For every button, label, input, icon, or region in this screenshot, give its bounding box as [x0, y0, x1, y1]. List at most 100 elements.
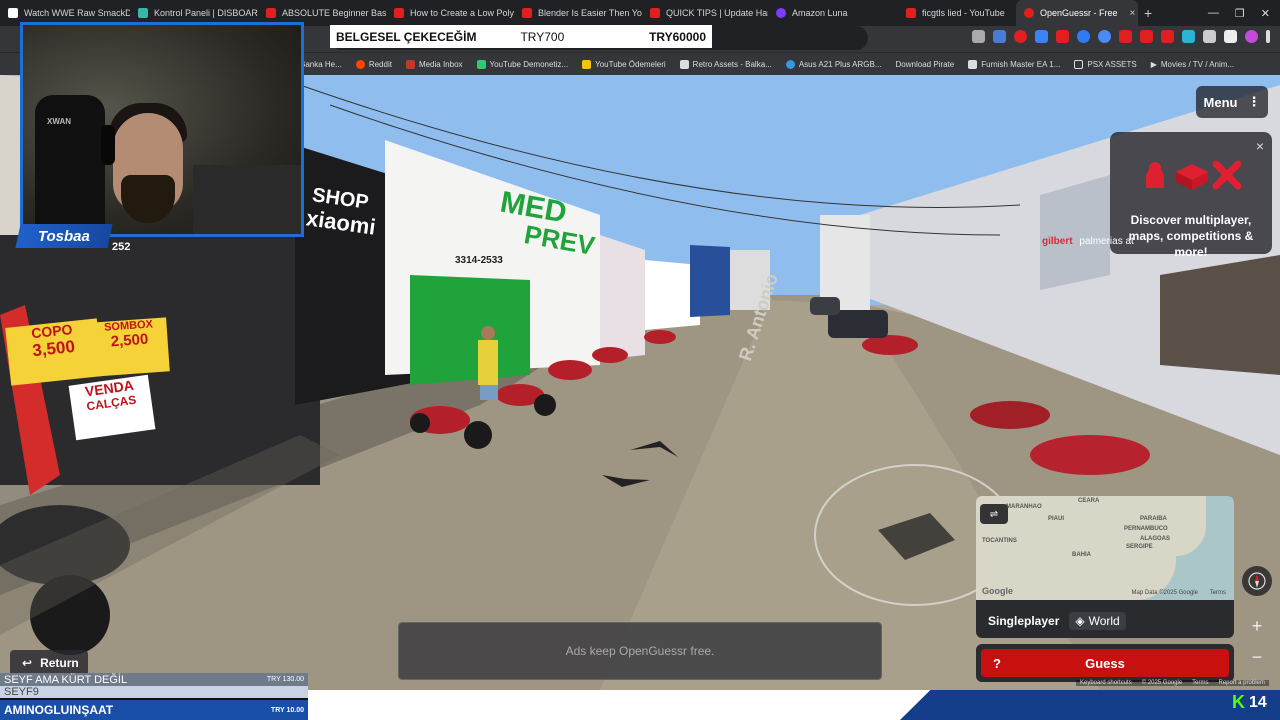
terms-link[interactable]: Terms [1192, 680, 1208, 686]
bookmark-asus[interactable]: Asus A21 Plus ARGB... [785, 59, 882, 69]
tab-ficgtls[interactable]: ficgtls lied - YouTube [898, 0, 1016, 26]
bookmark-download-pirate[interactable]: Download Pirate [896, 60, 955, 69]
bookmark-youtube-demonetization[interactable]: YouTube Demonetiz... [476, 59, 568, 69]
tab-label: QUICK TIPS | Update Hand [666, 8, 768, 18]
return-icon: ↩ [22, 656, 33, 670]
bookmark-reddit[interactable]: Reddit [355, 59, 392, 69]
youtube-icon [522, 8, 532, 18]
tab-label: ABSOLUTE Beginner Basic [282, 8, 386, 18]
multiplayer-promo-panel: × Discover multiplayer, maps, competitio… [1110, 132, 1272, 259]
tab-favicon [138, 8, 148, 18]
extension-icon[interactable] [1140, 30, 1153, 43]
ticker-row: AMINOGLUINŞAAT TRY 10.00 [0, 700, 308, 720]
kebab-menu-icon[interactable] [1266, 30, 1270, 43]
bookmark-label: Furnish Master EA 1... [981, 59, 1061, 69]
report-problem-link[interactable]: Report a problem [1219, 680, 1265, 686]
tab-openguessr[interactable]: OpenGuessr - Free × [1016, 0, 1138, 26]
minimap[interactable]: CEARA MARANHAO PIAUI PARAIBA PERNAMBUCO … [976, 496, 1234, 600]
menu-button[interactable]: Menu ⋮ [1196, 86, 1268, 118]
gmail-icon [405, 59, 415, 69]
extension-icon[interactable] [1161, 30, 1174, 43]
ticker-row: SEYF9 [0, 686, 308, 698]
shop-number: 252 [112, 241, 131, 253]
tab-quick-tips[interactable]: QUICK TIPS | Update Hand [642, 0, 768, 26]
gaming-chair [35, 95, 105, 234]
tab-label: How to Create a Low Poly [410, 8, 514, 18]
map-attribution: Map Data ©2025 Google Terms [1132, 590, 1226, 596]
bookmark-movies[interactable]: ▶ Movies / TV / Anim... [1151, 60, 1234, 69]
openguessr-icon [1024, 8, 1034, 18]
tab-blender-easier[interactable]: Blender Is Easier Then You [514, 0, 642, 26]
bookmark-media-inbox[interactable]: Media Inbox [405, 59, 463, 69]
extension-icon[interactable] [1056, 30, 1069, 43]
map-badge: ◈ World [1069, 612, 1126, 630]
donation-goal-amount: TRY60000 [649, 29, 706, 44]
extension-icon[interactable] [1014, 30, 1027, 43]
keyboard-shortcuts-link[interactable]: Keyboard shortcuts [1080, 680, 1132, 686]
map-label: TOCANTINS [982, 538, 1017, 544]
map-label: PIAUI [1048, 516, 1065, 522]
tab-amazon-luna[interactable]: Amazon Luna [768, 0, 898, 26]
bookmark-furnish-master[interactable]: Furnish Master EA 1... [968, 59, 1061, 69]
guess-button[interactable]: ? Guess [981, 649, 1229, 677]
menu-label: Menu [1203, 94, 1238, 110]
youtube-icon [650, 8, 660, 18]
map-badge-label: World [1088, 614, 1120, 628]
extension-icon[interactable] [1035, 30, 1048, 43]
ad-banner[interactable]: Ads keep OpenGuessr free. [398, 622, 882, 680]
minimize-button[interactable]: — [1208, 7, 1219, 19]
extension-icon[interactable] [1098, 30, 1111, 43]
compass-button[interactable] [1242, 566, 1272, 596]
donor-amount: TRY 10.00 [270, 706, 304, 714]
sheets-icon [476, 59, 486, 69]
map-label: SERGIPE [1126, 544, 1153, 550]
close-tab-icon[interactable]: × [1130, 8, 1136, 19]
extension-icon[interactable] [1077, 30, 1090, 43]
youtube-icon [266, 8, 276, 18]
extension-icon[interactable] [993, 30, 1006, 43]
new-tab-button[interactable]: + [1138, 5, 1158, 21]
promo-sign-sombox: SOMBOX 2,500 [90, 317, 170, 377]
guess-panel: ? Guess [976, 644, 1234, 682]
stream-bottom-accent [900, 690, 1280, 720]
map-footer-links: Keyboard shortcuts © 2025 Google Terms R… [1076, 680, 1269, 686]
map-terms-link[interactable]: Terms [1210, 590, 1226, 596]
bookmark-psx-assets[interactable]: PSX ASSETS [1074, 59, 1137, 69]
luna-icon [776, 8, 786, 18]
tab-label: Amazon Luna [792, 8, 848, 18]
map-toggle-button[interactable]: ⇌ [980, 504, 1008, 524]
streamer-name: Tosbaa [38, 227, 90, 245]
bookmark-retro-assets[interactable]: Retro Assets - Balka... [679, 59, 772, 69]
promo-sign-copo: COPO 3,500 [5, 318, 103, 386]
tab-low-poly[interactable]: How to Create a Low Poly [386, 0, 514, 26]
game-mode-label: Singleplayer [988, 614, 1060, 628]
close-window-button[interactable]: ✕ [1261, 7, 1270, 20]
bookmark-youtube-payments[interactable]: YouTube Ödemeleri [582, 59, 666, 69]
extension-icon[interactable] [972, 30, 985, 43]
check-icon [785, 59, 795, 69]
zoom-in-button[interactable]: + [1252, 616, 1263, 637]
map-label: ALAGOAS [1140, 536, 1170, 542]
profile-icon[interactable] [1245, 30, 1258, 43]
phone-sign: 3314-2533 [455, 255, 503, 266]
streamer-name-tag: Tosbaa [15, 224, 113, 248]
help-icon[interactable]: ? [993, 656, 1009, 671]
tab-label: Blender Is Easier Then You [538, 8, 642, 18]
bookmark-label: Retro Assets - Balka... [692, 59, 772, 69]
map-data-text: Map Data ©2025 Google [1131, 590, 1198, 596]
close-icon[interactable]: × [1256, 138, 1264, 154]
tab-label: OpenGuessr - Free [1040, 8, 1118, 18]
bookmark-label: Reddit [368, 59, 392, 69]
donor-name: SEYF AMA KÜRT DEĞİL [4, 673, 128, 686]
puzzle-icon[interactable] [1203, 30, 1216, 43]
bookmark-label: Download Pirate [895, 59, 955, 69]
donation-goal-banner: BELGESEL ÇEKECEĞİM TRY700 TRY60000 [330, 25, 712, 48]
extension-icon[interactable] [1182, 30, 1195, 43]
promo-text: Discover multiplayer, maps, competitions… [1128, 213, 1254, 259]
bookmark-banka[interactable]: Banka He... [300, 60, 342, 69]
sidebar-icon[interactable] [1224, 30, 1237, 43]
webcam-overlay: XWAN [20, 22, 304, 237]
extension-icon[interactable] [1119, 30, 1132, 43]
restore-button[interactable]: ❐ [1235, 7, 1245, 20]
zoom-out-button[interactable]: − [1252, 647, 1263, 668]
